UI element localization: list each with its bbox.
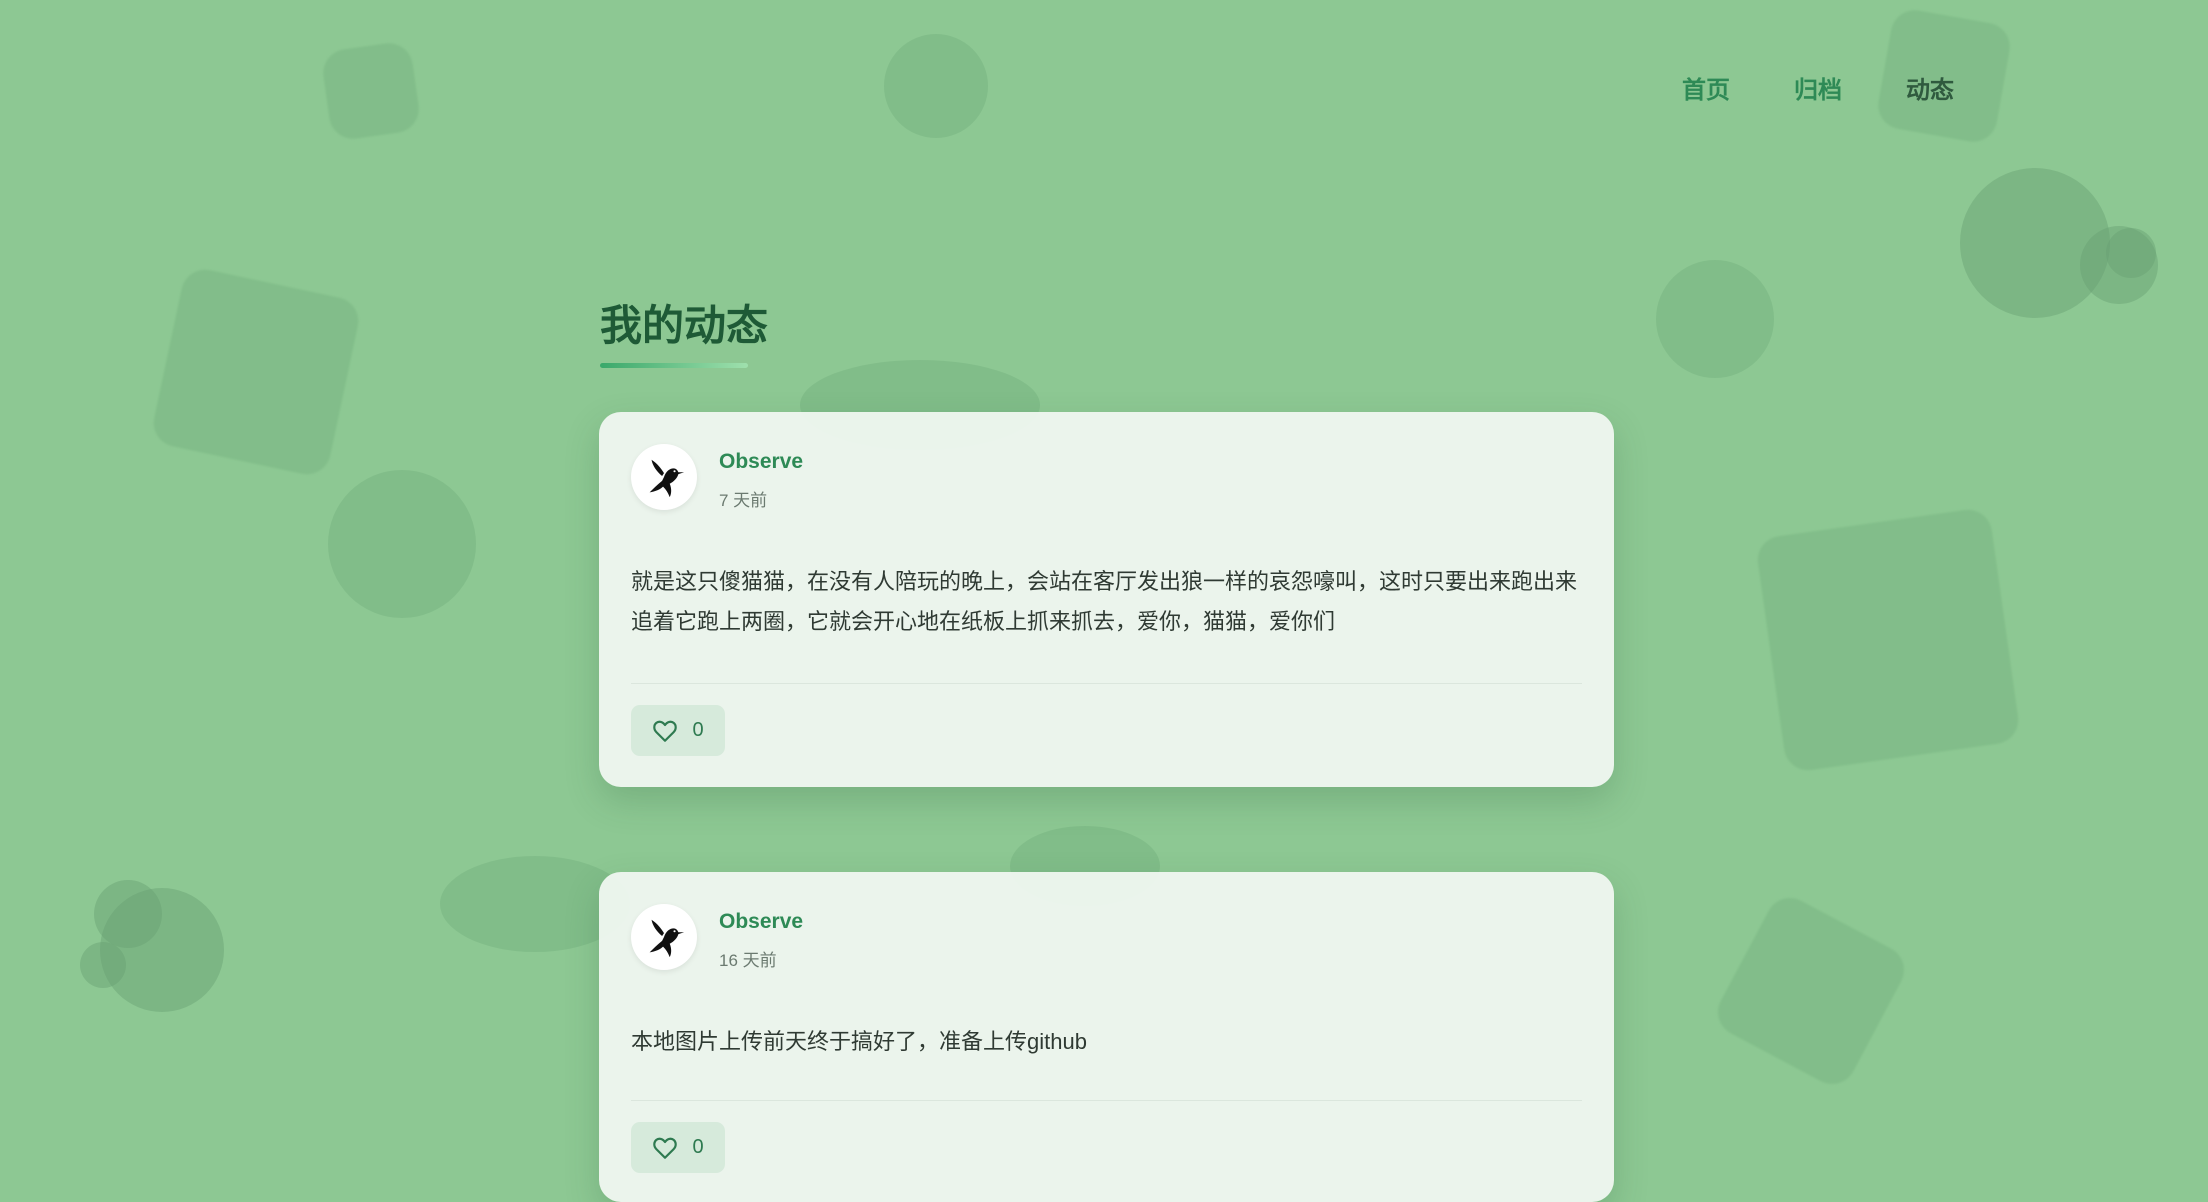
background-circle <box>328 470 476 618</box>
like-count: 0 <box>692 719 704 741</box>
avatar[interactable] <box>631 904 697 970</box>
post-divider <box>631 1100 1582 1101</box>
hummingbird-icon <box>649 919 685 958</box>
post-author[interactable]: Observe <box>719 450 803 474</box>
post-author[interactable]: Observe <box>719 910 803 934</box>
background-circle <box>94 880 162 948</box>
nav-item-moments[interactable]: 动态 <box>1906 70 1954 105</box>
background-circle <box>884 34 988 138</box>
post-time: 16 天前 <box>719 951 777 970</box>
avatar[interactable] <box>631 444 697 510</box>
like-button[interactable]: 0 <box>631 705 725 756</box>
nav-item-home[interactable]: 首页 <box>1682 70 1730 105</box>
top-nav: 首页 归档 动态 <box>1682 70 1954 105</box>
heart-icon <box>653 720 678 742</box>
post-content: 就是这只傻猫猫，在没有人陪玩的晚上，会站在客厅发出狼一样的哀怨嚎叫，这时只要出来… <box>631 569 1578 634</box>
post-card: Observe 7 天前 就是这只傻猫猫，在没有人陪玩的晚上，会站在客厅发出狼一… <box>599 412 1614 787</box>
title-underline <box>600 363 748 368</box>
background-circle <box>80 942 126 988</box>
like-count: 0 <box>692 1136 704 1158</box>
heart-icon <box>653 1137 678 1159</box>
background-square <box>320 40 422 142</box>
background-square <box>1709 889 1913 1093</box>
background-square <box>149 265 363 479</box>
post-divider <box>631 683 1582 684</box>
post-time: 7 天前 <box>719 491 768 510</box>
like-button[interactable]: 0 <box>631 1122 725 1173</box>
post-content: 本地图片上传前天终于搞好了，准备上传github <box>631 1029 1087 1054</box>
page-title: 我的动态 <box>600 302 769 349</box>
nav-item-archive[interactable]: 归档 <box>1794 70 1842 105</box>
background-circle <box>2106 228 2156 278</box>
post-card: Observe 16 天前 本地图片上传前天终于搞好了，准备上传github 0 <box>599 872 1614 1202</box>
background-circle <box>1656 260 1774 378</box>
hummingbird-icon <box>649 459 685 498</box>
background-square <box>1754 506 2022 774</box>
